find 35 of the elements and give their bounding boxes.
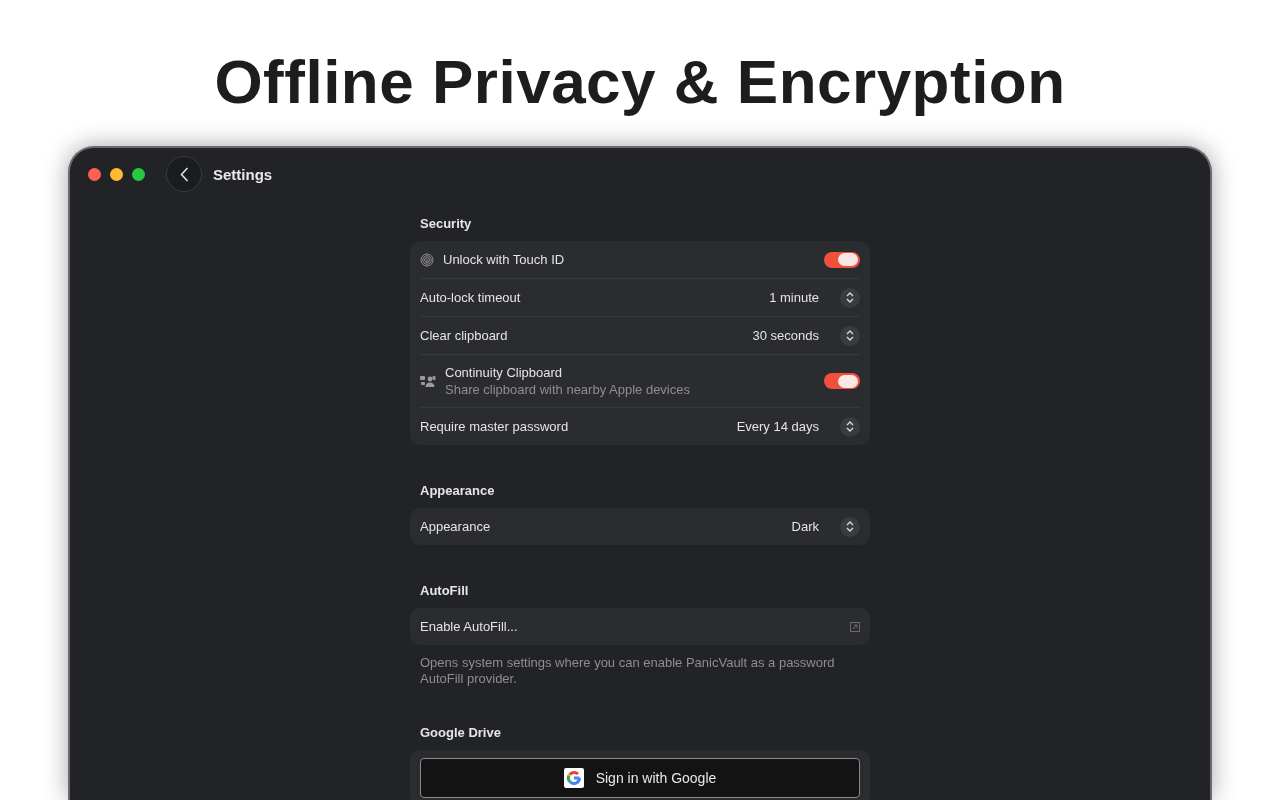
toggle-switch[interactable] bbox=[824, 373, 860, 389]
stepper-chevrons-icon[interactable] bbox=[840, 325, 860, 346]
stepper-chevrons-icon[interactable] bbox=[840, 516, 860, 537]
popup-value[interactable]: Dark bbox=[791, 519, 819, 534]
setting-label: Unlock with Touch ID bbox=[443, 252, 566, 267]
close-button[interactable] bbox=[88, 167, 101, 181]
window-title: Settings bbox=[213, 165, 273, 183]
stepper-chevrons-icon[interactable] bbox=[840, 416, 860, 437]
external-link-icon[interactable] bbox=[850, 621, 860, 632]
autofill-description: Opens system settings where you can enable PanicVault as a password AutoFill provider. bbox=[420, 655, 836, 687]
fingerprint-icon bbox=[420, 252, 434, 267]
google-logo-icon bbox=[563, 768, 584, 788]
setting-label: Auto-lock timeout bbox=[420, 290, 522, 305]
section-heading: Google Drive bbox=[419, 725, 502, 740]
section-heading: AutoFill bbox=[419, 583, 470, 598]
back-chevron-icon[interactable] bbox=[179, 166, 189, 182]
stepper-chevrons-icon[interactable] bbox=[840, 287, 860, 308]
popup-value[interactable]: 1 minute bbox=[769, 290, 819, 305]
setting-label: Require master password bbox=[420, 419, 570, 434]
enable-autofill-link[interactable]: Enable AutoFill... bbox=[420, 619, 841, 634]
setting-label: Clear clipboard bbox=[420, 328, 509, 343]
section-heading: Appearance bbox=[419, 483, 496, 498]
toggle-switch[interactable] bbox=[824, 251, 860, 268]
back-button[interactable] bbox=[166, 156, 202, 192]
google-sign-in-button[interactable]: Sign in with Google bbox=[420, 758, 860, 798]
headline: Offline Privacy & Encryption bbox=[214, 46, 1066, 118]
section-heading: Security bbox=[419, 216, 473, 231]
popup-value[interactable]: Every 14 days bbox=[736, 419, 819, 434]
setting-label: Continuity Clipboard bbox=[445, 365, 564, 380]
zoom-button[interactable] bbox=[132, 167, 145, 181]
people-icon bbox=[420, 374, 436, 388]
setting-description: Share clipboard with nearby Apple devices bbox=[445, 382, 691, 397]
setting-label: Appearance bbox=[420, 519, 492, 534]
minimize-button[interactable] bbox=[110, 167, 123, 181]
popup-value[interactable]: 30 seconds bbox=[752, 328, 819, 343]
